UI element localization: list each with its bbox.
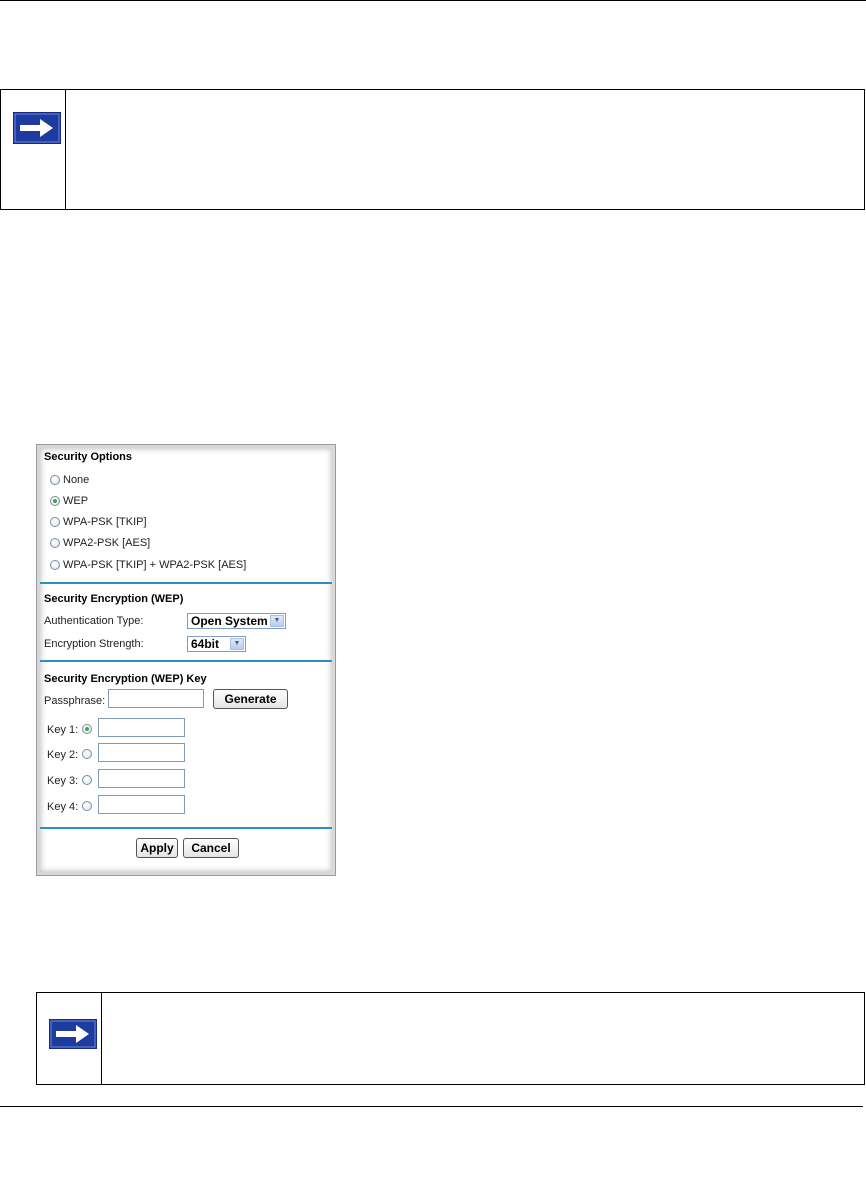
authentication-type-value: Open System <box>191 614 268 628</box>
key-2-radio[interactable] <box>82 749 92 759</box>
section-separator <box>40 660 332 662</box>
radio-wpa-psk-tkip[interactable] <box>50 517 60 527</box>
security-options-title: Security Options <box>44 451 133 463</box>
cancel-button[interactable]: Cancel <box>183 838 239 858</box>
option-wpa-wpa2-mixed-label: WPA-PSK [TKIP] + WPA2-PSK [AES] <box>63 559 247 571</box>
arrow-right-icon <box>49 1019 97 1049</box>
option-wpa2-psk-aes[interactable]: WPA2-PSK [AES] <box>50 537 150 549</box>
key-section-title: Security Encryption (WEP) Key <box>44 673 207 685</box>
passphrase-input[interactable] <box>108 689 204 708</box>
option-wpa2-psk-aes-label: WPA2-PSK [AES] <box>63 537 151 549</box>
radio-wpa2-psk-aes[interactable] <box>50 538 60 548</box>
note-divider <box>65 90 66 209</box>
note-box-top <box>0 89 865 210</box>
key-1-label: Key 1: <box>47 724 79 736</box>
key-3-radio[interactable] <box>82 775 92 785</box>
passphrase-label: Passphrase: <box>44 695 106 707</box>
security-settings-panel: Security Options None WEP WPA-PSK [TKIP]… <box>36 444 336 876</box>
chevron-down-icon[interactable]: ▼ <box>270 615 284 627</box>
option-wpa-psk-tkip[interactable]: WPA-PSK [TKIP] <box>50 516 147 528</box>
key-4-radio[interactable] <box>82 801 92 811</box>
key-2-label: Key 2: <box>47 749 79 761</box>
key-4-label: Key 4: <box>47 801 79 813</box>
option-wep[interactable]: WEP <box>50 495 88 507</box>
key-2-input[interactable] <box>98 743 185 762</box>
key-1-input[interactable] <box>98 718 185 737</box>
note-divider <box>101 993 102 1084</box>
page-bottom-rule <box>0 1106 863 1107</box>
generate-button[interactable]: Generate <box>213 689 288 709</box>
encryption-section-title: Security Encryption (WEP) <box>44 593 184 605</box>
option-wpa-wpa2-mixed[interactable]: WPA-PSK [TKIP] + WPA2-PSK [AES] <box>50 559 246 571</box>
key-3-input[interactable] <box>98 769 185 788</box>
encryption-strength-value: 64bit <box>191 637 220 651</box>
option-none[interactable]: None <box>50 474 89 486</box>
encryption-strength-select[interactable]: 64bit ▼ <box>187 636 246 652</box>
section-separator <box>40 582 332 584</box>
authentication-type-label: Authentication Type: <box>44 615 144 627</box>
note-box-bottom <box>36 992 865 1085</box>
key-4-input[interactable] <box>98 795 185 814</box>
arrow-right-icon <box>13 112 61 144</box>
key-1-radio[interactable] <box>82 724 92 734</box>
radio-wpa-wpa2-mixed[interactable] <box>50 560 60 570</box>
page-top-rule <box>0 0 866 1</box>
chevron-down-icon[interactable]: ▼ <box>230 638 244 650</box>
radio-wep[interactable] <box>50 496 60 506</box>
radio-none[interactable] <box>50 475 60 485</box>
key-3-label: Key 3: <box>47 775 79 787</box>
option-wep-label: WEP <box>63 495 89 507</box>
encryption-strength-label: Encryption Strength: <box>44 638 144 650</box>
option-wpa-psk-tkip-label: WPA-PSK [TKIP] <box>63 516 147 528</box>
option-none-label: None <box>63 474 90 486</box>
section-separator <box>40 827 332 829</box>
apply-button[interactable]: Apply <box>136 838 178 858</box>
authentication-type-select[interactable]: Open System ▼ <box>187 613 286 629</box>
